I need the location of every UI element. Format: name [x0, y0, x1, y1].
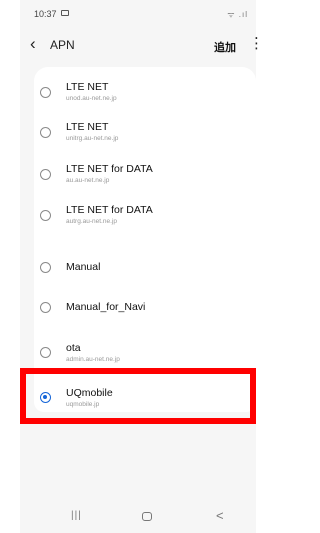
image-notification-icon	[61, 10, 69, 16]
phone-screen: 10:37 ᯤ .ıl ‹ APN 追加 ⋮ LTE NET unod.au-n…	[20, 0, 264, 533]
home-icon[interactable]	[142, 512, 152, 521]
apn-name: LTE NET for DATA	[66, 204, 153, 216]
apn-name: Manual	[66, 261, 101, 273]
apn-item-ota[interactable]: ota admin.au-net.ne.jp	[34, 319, 256, 363]
more-options-icon[interactable]: ⋮	[249, 36, 264, 52]
status-bar: 10:37 ᯤ .ıl	[20, 0, 256, 28]
apn-address: autrg.au-net.ne.jp	[66, 218, 117, 225]
radio-button[interactable]	[40, 262, 51, 273]
apn-list: LTE NET unod.au-net.ne.jp LTE NET unitrg…	[34, 67, 256, 402]
apn-address: unitrg.au-net.ne.jp	[66, 135, 119, 142]
apn-item-lte-net-2[interactable]: LTE NET unitrg.au-net.ne.jp	[34, 107, 256, 147]
recents-icon[interactable]: |||	[71, 510, 82, 521]
radio-button[interactable]	[40, 302, 51, 313]
apn-address: au.au-net.ne.jp	[66, 177, 110, 184]
page-title: APN	[50, 38, 75, 52]
radio-button[interactable]	[40, 127, 51, 138]
app-bar: ‹ APN 追加 ⋮	[20, 32, 264, 60]
apn-name: LTE NET	[66, 121, 109, 133]
status-time: 10:37	[34, 9, 57, 19]
apn-item-lte-net-for-data-1[interactable]: LTE NET for DATA au.au-net.ne.jp	[34, 147, 256, 187]
back-icon[interactable]: ‹	[30, 35, 36, 53]
apn-name: LTE NET	[66, 81, 109, 93]
apn-item-lte-net-1[interactable]: LTE NET unod.au-net.ne.jp	[34, 67, 256, 107]
radio-button[interactable]	[40, 87, 51, 98]
apn-name: Manual_for_Navi	[66, 301, 146, 313]
radio-button[interactable]	[40, 210, 51, 221]
navigation-bar: ||| <	[20, 508, 256, 533]
apn-item-lte-net-for-data-2[interactable]: LTE NET for DATA autrg.au-net.ne.jp	[34, 187, 256, 227]
nav-back-icon[interactable]: <	[216, 508, 224, 523]
radio-button[interactable]	[40, 347, 51, 358]
apn-name: LTE NET for DATA	[66, 163, 153, 175]
apn-item-manual-for-navi[interactable]: Manual_for_Navi	[34, 277, 256, 317]
signal-icon: ᯤ .ıl	[227, 10, 248, 19]
add-button[interactable]: 追加	[214, 39, 236, 55]
radio-button[interactable]	[40, 169, 51, 180]
highlight-annotation	[20, 368, 256, 424]
apn-name: ota	[66, 342, 81, 354]
apn-address: unod.au-net.ne.jp	[66, 95, 117, 102]
apn-address: admin.au-net.ne.jp	[66, 356, 120, 363]
apn-item-manual[interactable]: Manual	[34, 227, 256, 273]
